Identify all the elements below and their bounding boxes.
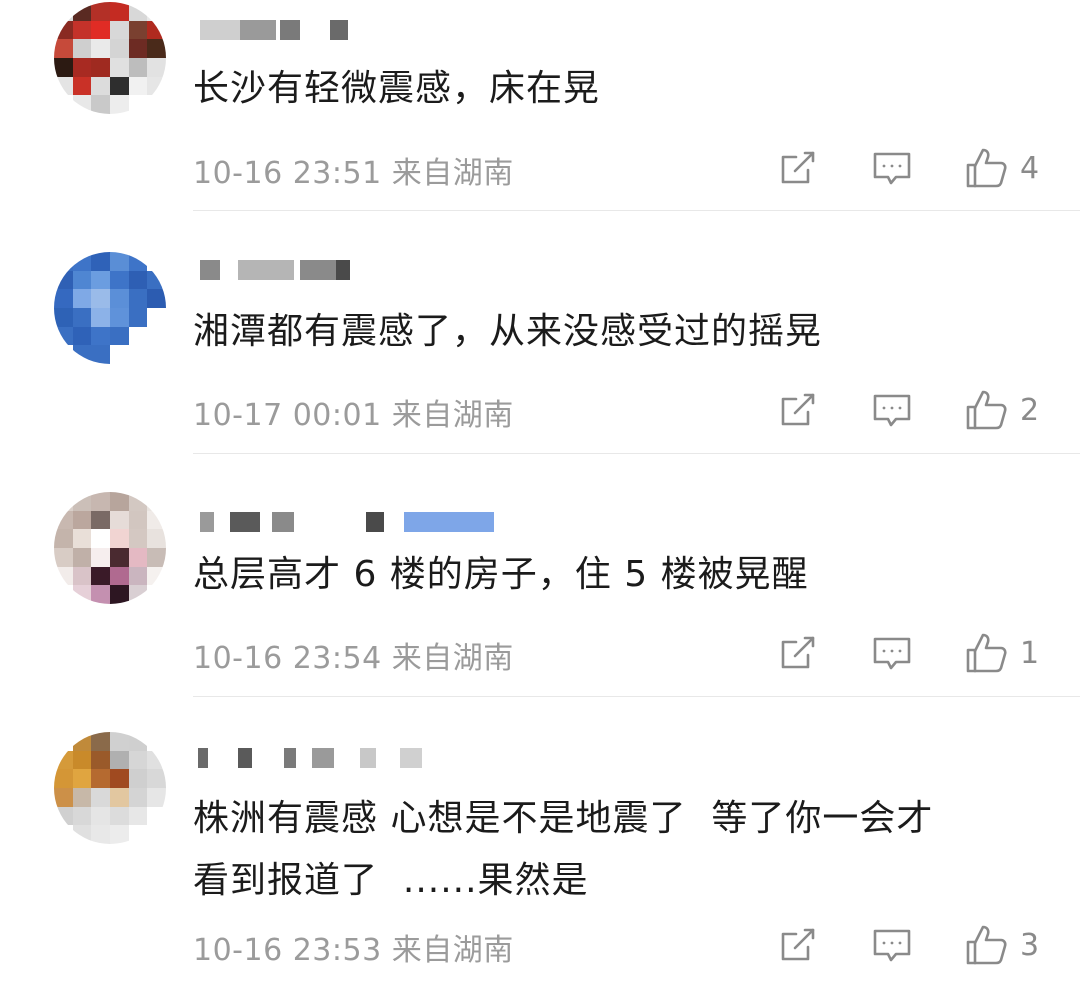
divider <box>193 696 1080 697</box>
comment-text-line: 湘潭都有震感了，从来没感受过的摇晃 <box>193 311 823 352</box>
comment-meta: 10-16 23:54 来自湖南 <box>193 633 514 677</box>
share-edit-icon[interactable] <box>778 390 818 430</box>
comment-text: 总层高才 6 楼的房子，住 5 楼被晃醒 <box>193 548 809 602</box>
username-obscured[interactable] <box>0 16 600 46</box>
like-button[interactable]: 1 <box>964 631 1040 675</box>
like-button[interactable]: 3 <box>964 923 1040 967</box>
comment-actions: 3 <box>778 923 1040 967</box>
comment-text-line: 株洲有震感 心想是不是地震了 等了你一会才 <box>193 798 934 839</box>
divider <box>193 210 1080 211</box>
like-count: 3 <box>1020 927 1040 963</box>
username-obscured[interactable] <box>0 256 600 286</box>
comment-time: 10-16 23:53 <box>193 933 382 968</box>
comment-time: 10-16 23:54 <box>193 641 382 676</box>
comment-actions: 1 <box>778 631 1040 675</box>
thumbs-up-icon <box>964 923 1008 967</box>
username-obscured[interactable] <box>0 744 600 774</box>
comment-meta: 10-17 00:01 来自湖南 <box>193 390 514 434</box>
comment-location: 来自湖南 <box>391 156 514 191</box>
like-count: 4 <box>1020 150 1040 186</box>
comment-actions: 4 <box>778 146 1040 190</box>
comment-meta: 10-16 23:53 来自湖南 <box>193 925 514 969</box>
thumbs-up-icon <box>964 388 1008 432</box>
comment-location: 来自湖南 <box>391 641 514 676</box>
like-count: 2 <box>1020 392 1040 428</box>
share-edit-icon[interactable] <box>778 925 818 965</box>
thumbs-up-icon <box>964 631 1008 675</box>
comment-location: 来自湖南 <box>391 933 514 968</box>
comment-location: 来自湖南 <box>391 398 514 433</box>
like-button[interactable]: 2 <box>964 388 1040 432</box>
like-button[interactable]: 4 <box>964 146 1040 190</box>
comment-text-line: 看到报道了 ......果然是 <box>193 860 589 901</box>
comment-bubble-icon[interactable] <box>872 925 912 965</box>
comment-bubble-icon[interactable] <box>872 390 912 430</box>
comment-bubble-icon[interactable] <box>872 148 912 188</box>
username-obscured[interactable] <box>0 508 600 538</box>
like-count: 1 <box>1020 635 1040 671</box>
comment-bubble-icon[interactable] <box>872 633 912 673</box>
share-edit-icon[interactable] <box>778 148 818 188</box>
comment-text: 株洲有震感 心想是不是地震了 等了你一会才 看到报道了 ......果然是 <box>193 792 933 908</box>
comment-time: 10-16 23:51 <box>193 156 382 191</box>
comment-actions: 2 <box>778 388 1040 432</box>
thumbs-up-icon <box>964 146 1008 190</box>
comment-text-line: 总层高才 6 楼的房子，住 5 楼被晃醒 <box>193 554 809 595</box>
comment-time: 10-17 00:01 <box>193 398 382 433</box>
comment-text: 长沙有轻微震感，床在晃 <box>193 62 600 116</box>
comment-text: 湘潭都有震感了，从来没感受过的摇晃 <box>193 305 822 359</box>
comment-meta: 10-16 23:51 来自湖南 <box>193 148 514 192</box>
divider <box>193 453 1080 454</box>
share-edit-icon[interactable] <box>778 633 818 673</box>
comment-text-line: 长沙有轻微震感，床在晃 <box>193 68 601 109</box>
